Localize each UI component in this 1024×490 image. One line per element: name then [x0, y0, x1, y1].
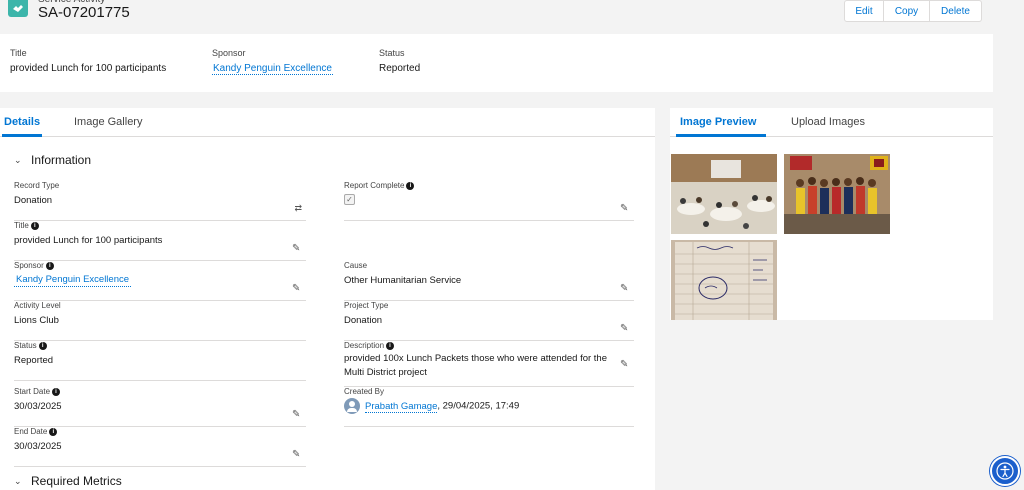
active-tab-indicator	[2, 134, 42, 137]
pencil-icon[interactable]: ✎	[620, 360, 630, 370]
field-label: Report Complete	[344, 181, 405, 190]
user-avatar-icon	[344, 398, 360, 414]
pencil-icon[interactable]: ✎	[292, 450, 302, 460]
info-icon[interactable]: i	[30, 221, 39, 230]
pencil-icon[interactable]: ✎	[620, 284, 630, 294]
info-icon[interactable]: i	[49, 427, 58, 436]
info-icon[interactable]: i	[386, 341, 395, 350]
service-activity-icon	[8, 0, 28, 17]
tab-image-preview[interactable]: Image Preview	[680, 116, 756, 128]
field-title: Title i provided Lunch for 100 participan…	[14, 221, 306, 261]
field-value: 30/03/2025	[14, 441, 62, 452]
field-project-type: Project Type Donation ✎	[344, 301, 634, 341]
pencil-icon[interactable]: ✎	[292, 284, 302, 294]
field-value: Lions Club	[14, 315, 59, 326]
field-label: Record Type	[14, 181, 60, 190]
field-label: Created By	[344, 387, 385, 396]
image-thumbnail[interactable]	[784, 154, 890, 234]
edit-button[interactable]: Edit	[844, 0, 884, 22]
record-name: SA-07201775	[38, 4, 130, 21]
pencil-icon[interactable]: ✎	[292, 410, 302, 420]
field-end-date: End Date i 30/03/2025 ✎	[14, 427, 306, 467]
chevron-down-icon: ⌄	[14, 475, 22, 486]
highlight-sponsor: Sponsor Kandy Penguin Excellence	[212, 48, 333, 75]
accessibility-button[interactable]	[990, 456, 1020, 486]
action-button-group: Edit Copy Delete	[844, 0, 982, 22]
image-tab-bar: Image Preview Upload Images	[670, 108, 993, 137]
field-value: Donation	[344, 315, 383, 326]
highlight-sponsor-link[interactable]: Kandy Penguin Excellence	[212, 63, 333, 75]
info-icon[interactable]: i	[52, 387, 61, 396]
active-tab-indicator	[676, 134, 766, 137]
section-required-metrics-header[interactable]: ⌄ Required Metrics	[14, 474, 122, 488]
tab-details[interactable]: Details	[4, 116, 40, 128]
field-value: Other Humanitarian Service	[344, 275, 462, 286]
chevron-down-icon: ⌄	[14, 154, 22, 165]
section-information-title: Information	[31, 153, 92, 167]
highlight-status-value: Reported	[379, 63, 421, 74]
field-label: Start Date	[14, 387, 51, 396]
field-activity-level: Activity Level Lions Club	[14, 301, 306, 341]
field-value: Donation	[14, 195, 53, 206]
tab-image-gallery[interactable]: Image Gallery	[74, 116, 142, 128]
highlights-panel: Title provided Lunch for 100 participant…	[0, 34, 993, 92]
field-value: provided Lunch for 100 participants	[14, 235, 163, 246]
field-label: Project Type	[344, 301, 389, 310]
field-label: Description	[344, 341, 385, 350]
field-value: 30/03/2025	[14, 401, 62, 412]
field-cause: Cause Other Humanitarian Service ✎	[344, 261, 634, 301]
created-by-user-link[interactable]: Prabath Gamage	[365, 400, 438, 413]
field-status: Status i Reported	[14, 341, 306, 381]
highlight-title-value: provided Lunch for 100 participants	[10, 63, 167, 74]
pencil-icon[interactable]: ✎	[292, 244, 302, 254]
field-value: provided 100x Lunch Packets those who we…	[344, 353, 608, 378]
created-by-timestamp: , 29/04/2025, 17:49	[437, 400, 520, 412]
record-header: Service Activity SA-07201775 Edit Copy D…	[0, 0, 993, 34]
field-sponsor: Sponsor i Kandy Penguin Excellence ✎	[14, 261, 306, 301]
highlight-title-label: Title	[10, 48, 27, 58]
field-start-date: Start Date i 30/03/2025 ✎	[14, 387, 306, 427]
field-label: Activity Level	[14, 301, 61, 310]
field-value: Reported	[14, 355, 54, 366]
info-icon[interactable]: i	[45, 261, 54, 270]
details-panel: Details Image Gallery ⌄ Information Reco…	[0, 108, 655, 490]
pencil-icon[interactable]: ✎	[620, 204, 630, 214]
field-report-complete: Report Complete i ✓ ✎	[344, 181, 634, 221]
sponsor-link[interactable]: Kandy Penguin Excellence	[14, 274, 132, 287]
details-tab-bar: Details Image Gallery	[0, 108, 655, 137]
section-required-metrics-title: Required Metrics	[31, 474, 122, 488]
highlight-status: Status Reported	[379, 48, 420, 74]
field-label: Status	[14, 341, 37, 350]
image-thumbnail[interactable]	[671, 240, 777, 320]
image-panel: Image Preview Upload Images	[670, 108, 993, 320]
field-created-by: Created By Prabath Gamage, 29/04/2025, 1…	[344, 387, 634, 427]
field-description: Description i provided 100x Lunch Packets…	[344, 341, 634, 387]
field-label: Cause	[344, 261, 368, 270]
change-record-type-icon[interactable]: ⇄	[294, 203, 302, 214]
field-label: End Date	[14, 427, 48, 436]
image-thumbnail[interactable]	[671, 154, 777, 234]
report-complete-checkbox: ✓	[344, 194, 355, 205]
info-icon[interactable]: i	[38, 341, 47, 350]
info-icon[interactable]: i	[406, 181, 415, 190]
field-label: Title	[14, 221, 29, 230]
pencil-icon[interactable]: ✎	[620, 324, 630, 334]
field-label: Sponsor	[14, 261, 44, 270]
copy-button[interactable]: Copy	[884, 0, 930, 22]
section-information-header[interactable]: ⌄ Information	[14, 153, 91, 167]
field-record-type: Record Type Donation ⇄	[14, 181, 306, 221]
highlight-status-label: Status	[379, 48, 405, 58]
delete-button[interactable]: Delete	[930, 0, 982, 22]
accessibility-icon	[996, 462, 1014, 480]
highlight-sponsor-label: Sponsor	[212, 48, 246, 58]
tab-upload-images[interactable]: Upload Images	[791, 116, 865, 128]
highlight-title: Title provided Lunch for 100 participant…	[10, 48, 166, 74]
